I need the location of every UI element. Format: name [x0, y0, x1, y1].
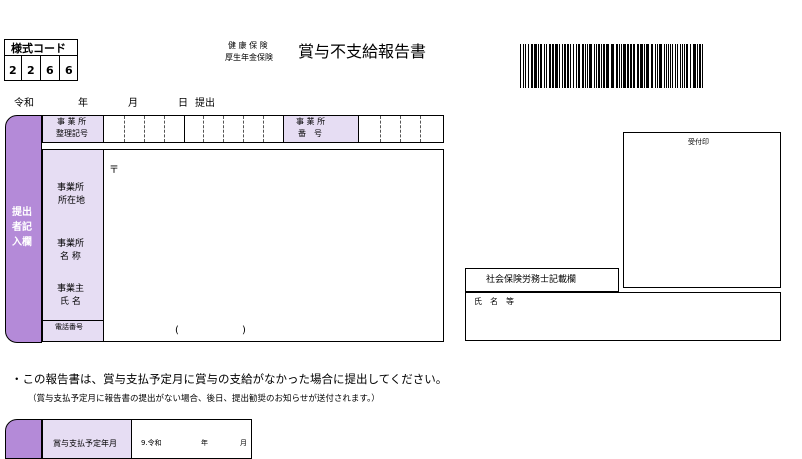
bonus-date-input[interactable]	[132, 420, 250, 458]
bonus-date-label: 賞与支払予定年月	[53, 439, 117, 448]
name-label-2: 名 称	[60, 252, 81, 262]
address-label-1: 事業所	[57, 183, 85, 193]
receipt-label: 受付印	[688, 138, 709, 146]
owner-name-input[interactable]	[104, 276, 442, 316]
postal-mark: 〒	[109, 165, 119, 176]
submitter-side-label-text: 提出者記入欄	[12, 207, 32, 248]
era-label: 令和	[14, 98, 34, 109]
office-name-input[interactable]	[104, 232, 442, 270]
office-reg-input[interactable]	[104, 116, 281, 142]
insurance-type-2: 厚生年金保険	[225, 53, 273, 62]
office-no-label-2: 番 号	[298, 129, 322, 138]
sharoushi-box[interactable]: 氏 名 等	[465, 292, 781, 341]
submit-label: 提出	[195, 98, 215, 109]
phone-input[interactable]	[104, 320, 442, 340]
submitter-side-label: 提出者記入欄	[12, 205, 36, 250]
sharoushi-name-label: 氏 名 等	[474, 297, 514, 306]
bottom-side-tab	[5, 419, 42, 459]
owner-label-2: 氏 名	[60, 297, 81, 307]
note-line-1: ・この報告書は、賞与支払予定月に賞与の支給がなかった場合に提出してください。	[11, 372, 448, 386]
note-line-2: （賞与支払予定月に報告書の提出がない場合、後日、提出勧奨のお知らせが送付されます…	[28, 394, 380, 404]
address-label-2: 所在地	[58, 196, 86, 206]
name-label-1: 事業所	[57, 239, 85, 249]
office-no-label-1: 事 業 所	[296, 117, 326, 126]
form-code-digit: 2	[27, 64, 35, 77]
month-label: 月	[128, 98, 138, 109]
office-reg-label-1: 事 業 所	[57, 117, 87, 126]
day-label: 日	[178, 98, 188, 109]
year-label: 年	[78, 98, 88, 109]
receipt-stamp-box: 受付印	[623, 132, 781, 288]
barcode	[520, 44, 703, 88]
sharoushi-title-box: 社会保険労務士記載欄	[465, 268, 619, 292]
address-input[interactable]	[104, 176, 442, 218]
sharoushi-title: 社会保険労務士記載欄	[486, 275, 577, 285]
form-code-box: 様式コード 2 2 6 6	[4, 39, 78, 81]
form-code-digit: 6	[65, 64, 73, 77]
owner-label-1: 事業主	[57, 284, 85, 294]
office-reg-label-2: 整理記号	[56, 129, 88, 138]
form-code-digit: 2	[9, 64, 17, 77]
office-no-input[interactable]	[358, 116, 442, 142]
form-title: 賞与不支給報告書	[298, 42, 427, 61]
form-code-label: 様式コード	[11, 42, 66, 55]
insurance-type-1: 健 康 保 険	[228, 41, 268, 50]
phone-label: 電話番号	[55, 323, 83, 331]
form-code-digit: 6	[46, 64, 54, 77]
